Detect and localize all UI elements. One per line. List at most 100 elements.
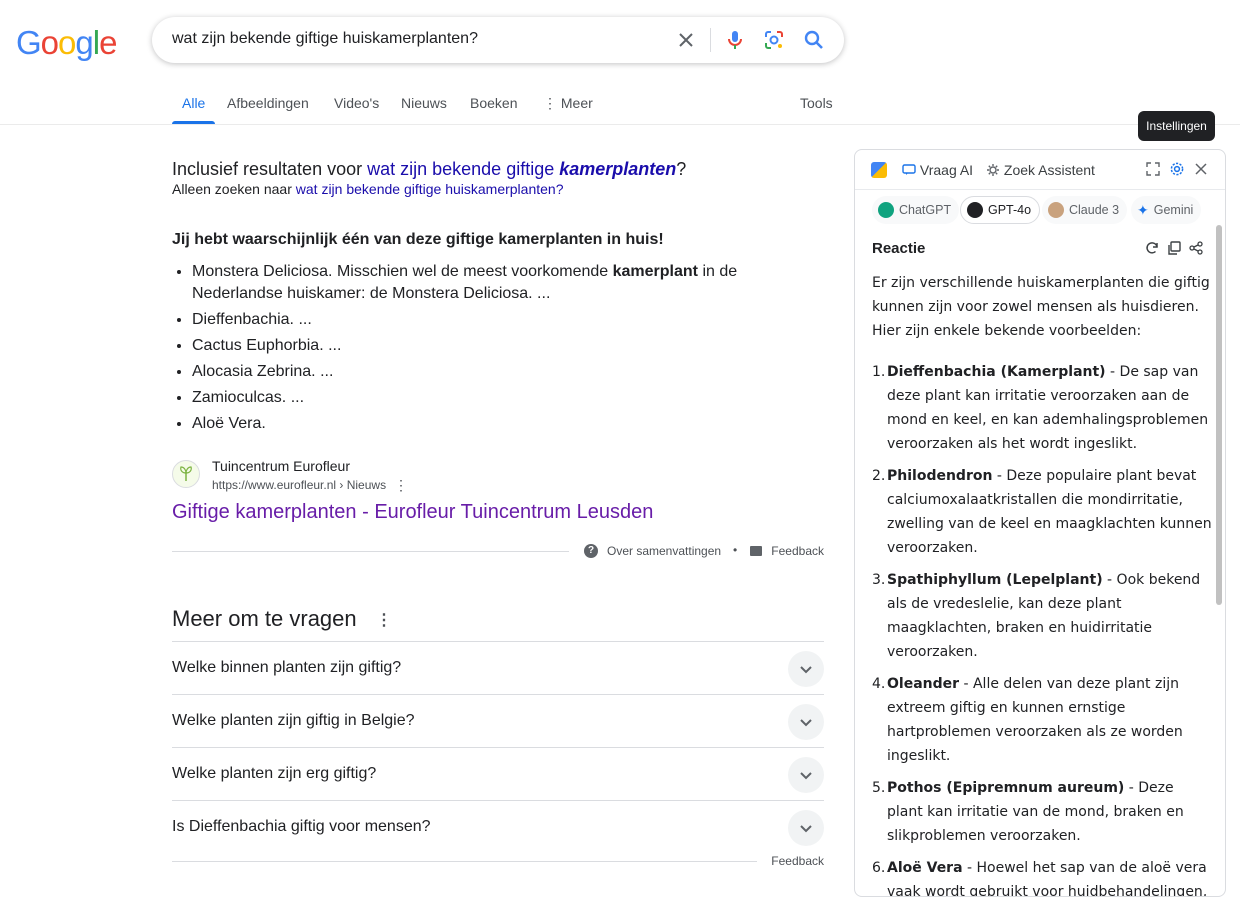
- model-selector: ChatGPT GPT-4o Claude 3 ✦ Gemini: [872, 196, 1212, 224]
- snippet-title: Jij hebt waarschijnlijk één van deze gif…: [172, 231, 664, 248]
- item-bold: kamerplant: [612, 263, 698, 280]
- footer-divider: [172, 551, 569, 552]
- list-item: Aloë Vera.: [192, 413, 792, 435]
- tab-tools[interactable]: Tools: [800, 88, 833, 124]
- paa-question[interactable]: Is Dieffenbachia giftig voor mensen?: [172, 800, 824, 853]
- copy-icon[interactable]: [1165, 239, 1183, 257]
- paa-title: Meer om te vragen: [172, 606, 357, 631]
- spelling-correction: Inclusief resultaten voor wat zijn beken…: [172, 159, 686, 180]
- model-label: GPT-4o: [988, 203, 1032, 217]
- item-number: 5.: [872, 780, 886, 796]
- refresh-icon[interactable]: [1143, 239, 1161, 257]
- panel-scrollbar[interactable]: [1216, 225, 1222, 605]
- tab-ask-ai[interactable]: Vraag AI: [902, 162, 973, 178]
- result-title-link[interactable]: Giftige kamerplanten - Eurofleur Tuincen…: [172, 501, 653, 524]
- item-text: Aloë Vera.: [192, 415, 266, 432]
- share-icon[interactable]: [1187, 239, 1205, 257]
- paa-question[interactable]: Welke planten zijn erg giftig?: [172, 747, 824, 800]
- microphone-icon[interactable]: [723, 28, 747, 52]
- paa-question[interactable]: Welke binnen planten zijn giftig?: [172, 641, 824, 694]
- tab-more[interactable]: ⋮ Meer: [543, 88, 593, 124]
- tab-search-assistant[interactable]: Zoek Assistent: [986, 162, 1095, 178]
- chevron-down-icon[interactable]: [788, 651, 824, 687]
- item-number: 4.: [872, 676, 886, 692]
- list-item: Cactus Euphorbia. ...: [192, 335, 792, 357]
- paa-divider: [172, 861, 757, 862]
- snippet-footer: ? Over samenvattingen • Feedback: [172, 541, 824, 561]
- logo-letter: o: [58, 24, 76, 61]
- result-source[interactable]: Tuincentrum Eurofleur https://www.eurofl…: [172, 458, 772, 498]
- list-item: 5. Pothos (Epipremnum aureum) - Deze plan…: [872, 776, 1212, 848]
- paa-question[interactable]: Welke planten zijn giftig in Belgie?: [172, 694, 824, 747]
- chatgpt-icon: [878, 202, 894, 218]
- gear-icon[interactable]: [1167, 159, 1187, 179]
- feedback-link[interactable]: Feedback: [771, 544, 824, 558]
- model-label: Claude 3: [1069, 203, 1120, 217]
- question-text: Welke planten zijn erg giftig?: [172, 765, 377, 782]
- item-text: Dieffenbachia. ...: [192, 311, 312, 328]
- anthropic-icon: [1048, 202, 1064, 218]
- source-name: Tuincentrum Eurofleur: [212, 458, 350, 474]
- item-text: Alocasia Zebrina. ...: [192, 363, 334, 380]
- item-number: 1.: [872, 364, 886, 380]
- item-number: 2.: [872, 468, 886, 484]
- chevron-down-icon[interactable]: [788, 704, 824, 740]
- model-gemini[interactable]: ✦ Gemini: [1131, 196, 1202, 224]
- search-box[interactable]: wat zijn bekende giftige huiskamerplante…: [152, 17, 844, 63]
- response-label: Reactie: [872, 240, 926, 257]
- list-item: Dieffenbachia. ...: [192, 309, 792, 331]
- tab-books[interactable]: Boeken: [470, 88, 517, 124]
- chevron-down-icon[interactable]: [788, 810, 824, 846]
- more-options-icon[interactable]: ⋮: [394, 477, 408, 494]
- tab-images[interactable]: Afbeeldingen: [227, 88, 309, 124]
- corrected-query-link[interactable]: wat zijn bekende giftige kamerplanten: [367, 159, 676, 179]
- tab-videos[interactable]: Video's: [334, 88, 379, 124]
- feedback-link[interactable]: Feedback: [771, 854, 824, 868]
- search-instead: Alleen zoeken naar wat zijn bekende gift…: [172, 181, 564, 197]
- list-item: Monstera Deliciosa. Misschien wel de mee…: [192, 261, 792, 305]
- item-number: 3.: [872, 572, 886, 588]
- tab-search-assistant-label: Zoek Assistent: [1003, 162, 1095, 178]
- corrected-query-plain: wat zijn bekende giftige: [367, 159, 560, 179]
- model-gpt-4o[interactable]: GPT-4o: [960, 196, 1041, 224]
- about-snippets-link[interactable]: Over samenvattingen: [607, 544, 721, 558]
- plant-name: Pothos (Epipremnum aureum): [887, 780, 1125, 796]
- help-icon[interactable]: ?: [584, 544, 598, 558]
- plant-name: Dieffenbachia (Kamerplant): [887, 364, 1106, 380]
- eurofleur-favicon: [172, 460, 200, 488]
- question-text: Welke planten zijn giftig in Belgie?: [172, 712, 415, 729]
- item-number: 6.: [872, 860, 886, 876]
- model-label: Gemini: [1153, 203, 1194, 217]
- list-item: 4. Oleander - Alle delen van deze plant z…: [872, 672, 1212, 768]
- tab-all[interactable]: Alle: [171, 88, 216, 124]
- logo-letter: o: [40, 24, 59, 61]
- search-input[interactable]: wat zijn bekende giftige huiskamerplante…: [172, 30, 478, 48]
- search-icon[interactable]: [802, 28, 826, 52]
- source-url: https://www.eurofleur.nl › Nieuws: [212, 478, 387, 492]
- expand-icon[interactable]: [1143, 159, 1163, 179]
- lens-icon[interactable]: [762, 28, 786, 52]
- settings-tooltip: Instellingen: [1138, 111, 1215, 141]
- feedback-icon[interactable]: [750, 546, 762, 556]
- tab-news[interactable]: Nieuws: [401, 88, 447, 124]
- correction-suffix: ?: [676, 159, 687, 179]
- logo-letter: e: [99, 24, 117, 61]
- model-chatgpt[interactable]: ChatGPT: [872, 196, 960, 224]
- clear-icon[interactable]: [674, 28, 698, 52]
- list-item: 1. Dieffenbachia (Kamerplant) - De sap va…: [872, 360, 1212, 456]
- model-label: ChatGPT: [899, 203, 952, 217]
- more-options-icon[interactable]: ⋮: [376, 610, 392, 630]
- gemini-sparkle-icon: ✦: [1137, 201, 1149, 218]
- close-icon[interactable]: [1191, 159, 1211, 179]
- original-query-link[interactable]: wat zijn bekende giftige huiskamerplante…: [296, 181, 564, 197]
- model-claude-3[interactable]: Claude 3: [1042, 196, 1128, 224]
- response-body: Er zijn verschillende huiskamerplanten d…: [872, 271, 1212, 896]
- item-text: Zamioculcas. ...: [192, 389, 305, 406]
- snippet-list: Monstera Deliciosa. Misschien wel de mee…: [192, 261, 792, 439]
- tabs-divider: [0, 124, 1240, 125]
- chevron-down-icon[interactable]: [788, 757, 824, 793]
- list-item: 6. Aloë Vera - Hoewel het sap van de aloë…: [872, 856, 1212, 896]
- google-logo[interactable]: Google: [16, 24, 117, 62]
- response-list: 1. Dieffenbachia (Kamerplant) - De sap va…: [872, 360, 1212, 896]
- corrected-query-bold: kamerplanten: [559, 159, 677, 179]
